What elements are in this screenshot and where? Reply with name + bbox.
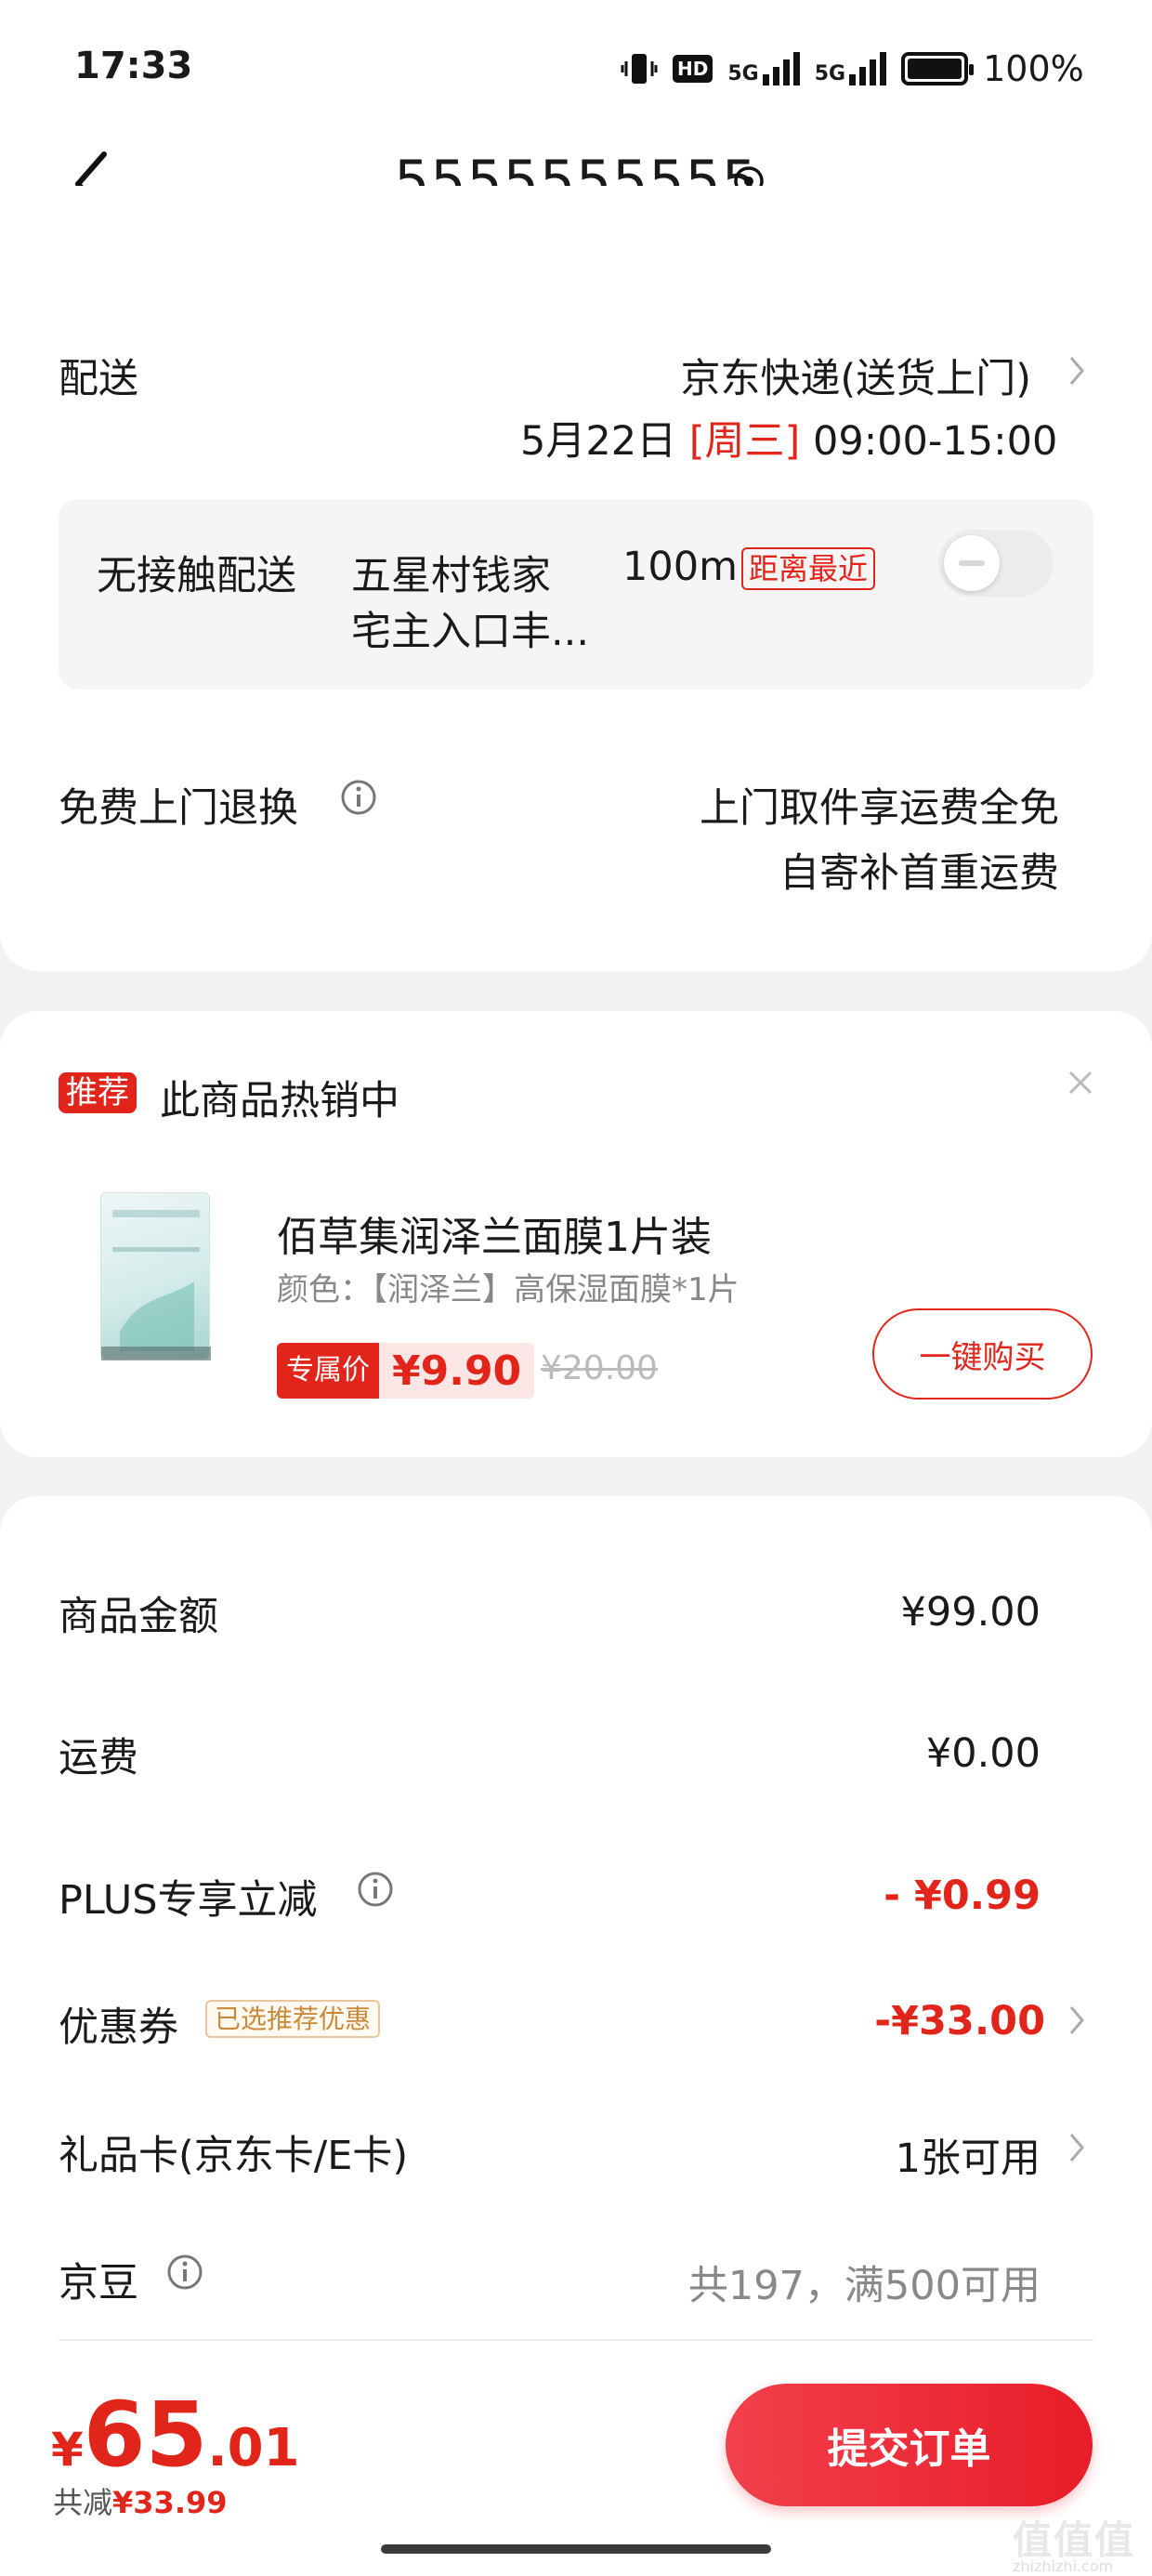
return-line-1: 上门取件享运费全免 bbox=[700, 785, 1059, 832]
delivery-time[interactable]: 5月22日 [周三] 09:00-15:00 bbox=[520, 409, 1057, 467]
product-image-art bbox=[101, 1210, 211, 1360]
goods-amount-label: 商品金额 bbox=[59, 1594, 218, 1640]
no-contact-location-1: 五星村钱家 bbox=[351, 553, 551, 599]
product-image[interactable] bbox=[100, 1192, 211, 1360]
chevron-right-icon[interactable] bbox=[1067, 353, 1087, 388]
product-spec: 颜色：【润泽兰】高保湿面膜*1片 bbox=[277, 1271, 740, 1308]
jingdou-value: 共197，满500可用 bbox=[687, 2263, 1041, 2309]
delivery-date: 5月22日 bbox=[520, 418, 677, 465]
info-icon[interactable] bbox=[357, 1871, 394, 1908]
original-price: ¥20.00 bbox=[541, 1349, 658, 1387]
close-icon[interactable] bbox=[1067, 1069, 1094, 1097]
coupon-tag: 已选推荐优惠 bbox=[205, 1999, 381, 2038]
status-time: 17:33 bbox=[74, 45, 193, 87]
plus-discount-label: PLUS专享立减 bbox=[59, 1877, 318, 1924]
toggle-knob bbox=[944, 535, 1000, 591]
submit-order-button[interactable]: 提交订单 bbox=[726, 2384, 1093, 2506]
price-label: 专属价 bbox=[277, 1343, 379, 1399]
signal-icon-2: 5G bbox=[814, 52, 887, 85]
goods-amount-value: ¥99.00 bbox=[900, 1589, 1041, 1636]
delivery-weekday: [周三] bbox=[688, 418, 801, 465]
status-bar: 17:33 HD 5G 5G 100% bbox=[0, 0, 1152, 121]
nearest-tag: 距离最近 bbox=[741, 545, 876, 590]
giftcard-label: 礼品卡(京东卡/E卡) bbox=[59, 2133, 409, 2179]
saved-amount: 共减¥33.99 bbox=[53, 2479, 228, 2522]
shipping-label: 运费 bbox=[59, 1735, 138, 1781]
recommend-title: 此商品热销中 bbox=[160, 1078, 399, 1124]
no-contact-label: 无接触配送 bbox=[97, 553, 296, 599]
total-price: ¥65.01 bbox=[51, 2390, 300, 2479]
chevron-right-icon[interactable] bbox=[1067, 2130, 1087, 2165]
delivery-carrier[interactable]: 京东快递(送货上门) bbox=[650, 347, 1031, 404]
info-icon[interactable] bbox=[166, 2254, 203, 2291]
shipping-value: ¥0.00 bbox=[925, 1730, 1041, 1777]
delivery-label: 配送 bbox=[59, 356, 138, 402]
no-contact-distance: 100m bbox=[622, 544, 738, 590]
battery-percent: 100% bbox=[983, 48, 1084, 89]
chevron-right-icon[interactable] bbox=[1067, 2003, 1087, 2038]
no-contact-toggle[interactable] bbox=[938, 530, 1054, 597]
coupon-tag-label: 已选推荐优惠 bbox=[205, 2000, 381, 2038]
saved-value: ¥33.99 bbox=[112, 2485, 228, 2520]
giftcard-value[interactable]: 1张可用 bbox=[743, 2126, 1041, 2184]
return-label: 免费上门退换 bbox=[59, 785, 298, 832]
coupon-value[interactable]: -¥33.00 bbox=[743, 1998, 1045, 2044]
delivery-timeslot: 09:00-15:00 bbox=[812, 418, 1058, 465]
one-click-buy-button[interactable]: 一键购买 bbox=[872, 1308, 1093, 1400]
battery-icon bbox=[901, 52, 975, 85]
coupon-label: 优惠券 bbox=[59, 2004, 178, 2051]
return-line-2: 自寄补首重运费 bbox=[779, 850, 1059, 897]
network-type-2: 5G bbox=[814, 62, 846, 85]
recommend-tag: 推荐 bbox=[59, 1067, 137, 1113]
signal-icon: 5G bbox=[727, 52, 800, 85]
total-integer: 65 bbox=[83, 2383, 208, 2487]
total-decimal: .01 bbox=[207, 2418, 300, 2478]
recommend-tag-label: 推荐 bbox=[59, 1072, 137, 1113]
total-currency: ¥ bbox=[51, 2423, 84, 2477]
network-type-1: 5G bbox=[727, 62, 759, 85]
hd-icon: HD bbox=[673, 55, 713, 83]
info-icon[interactable] bbox=[340, 779, 377, 816]
nearest-tag-label: 距离最近 bbox=[741, 547, 876, 590]
watermark-domain: zhizhizhi.com bbox=[1013, 2557, 1114, 2575]
divider bbox=[59, 2339, 1093, 2341]
saved-label: 共减 bbox=[53, 2485, 113, 2520]
status-icons: HD 5G 5G 100% bbox=[621, 45, 1084, 93]
price-value: ¥9.90 bbox=[392, 1347, 522, 1395]
product-name[interactable]: 佰草集润泽兰面膜1片装 bbox=[277, 1203, 712, 1263]
jingdou-label: 京豆 bbox=[59, 2260, 138, 2307]
vibrate-icon bbox=[621, 54, 658, 84]
home-indicator[interactable] bbox=[381, 2544, 771, 2554]
plus-discount-value: - ¥0.99 bbox=[884, 1873, 1041, 1919]
exclusive-price: 专属价 ¥9.90 bbox=[277, 1343, 535, 1399]
no-contact-location-2: 宅主入口丰... bbox=[351, 609, 590, 655]
